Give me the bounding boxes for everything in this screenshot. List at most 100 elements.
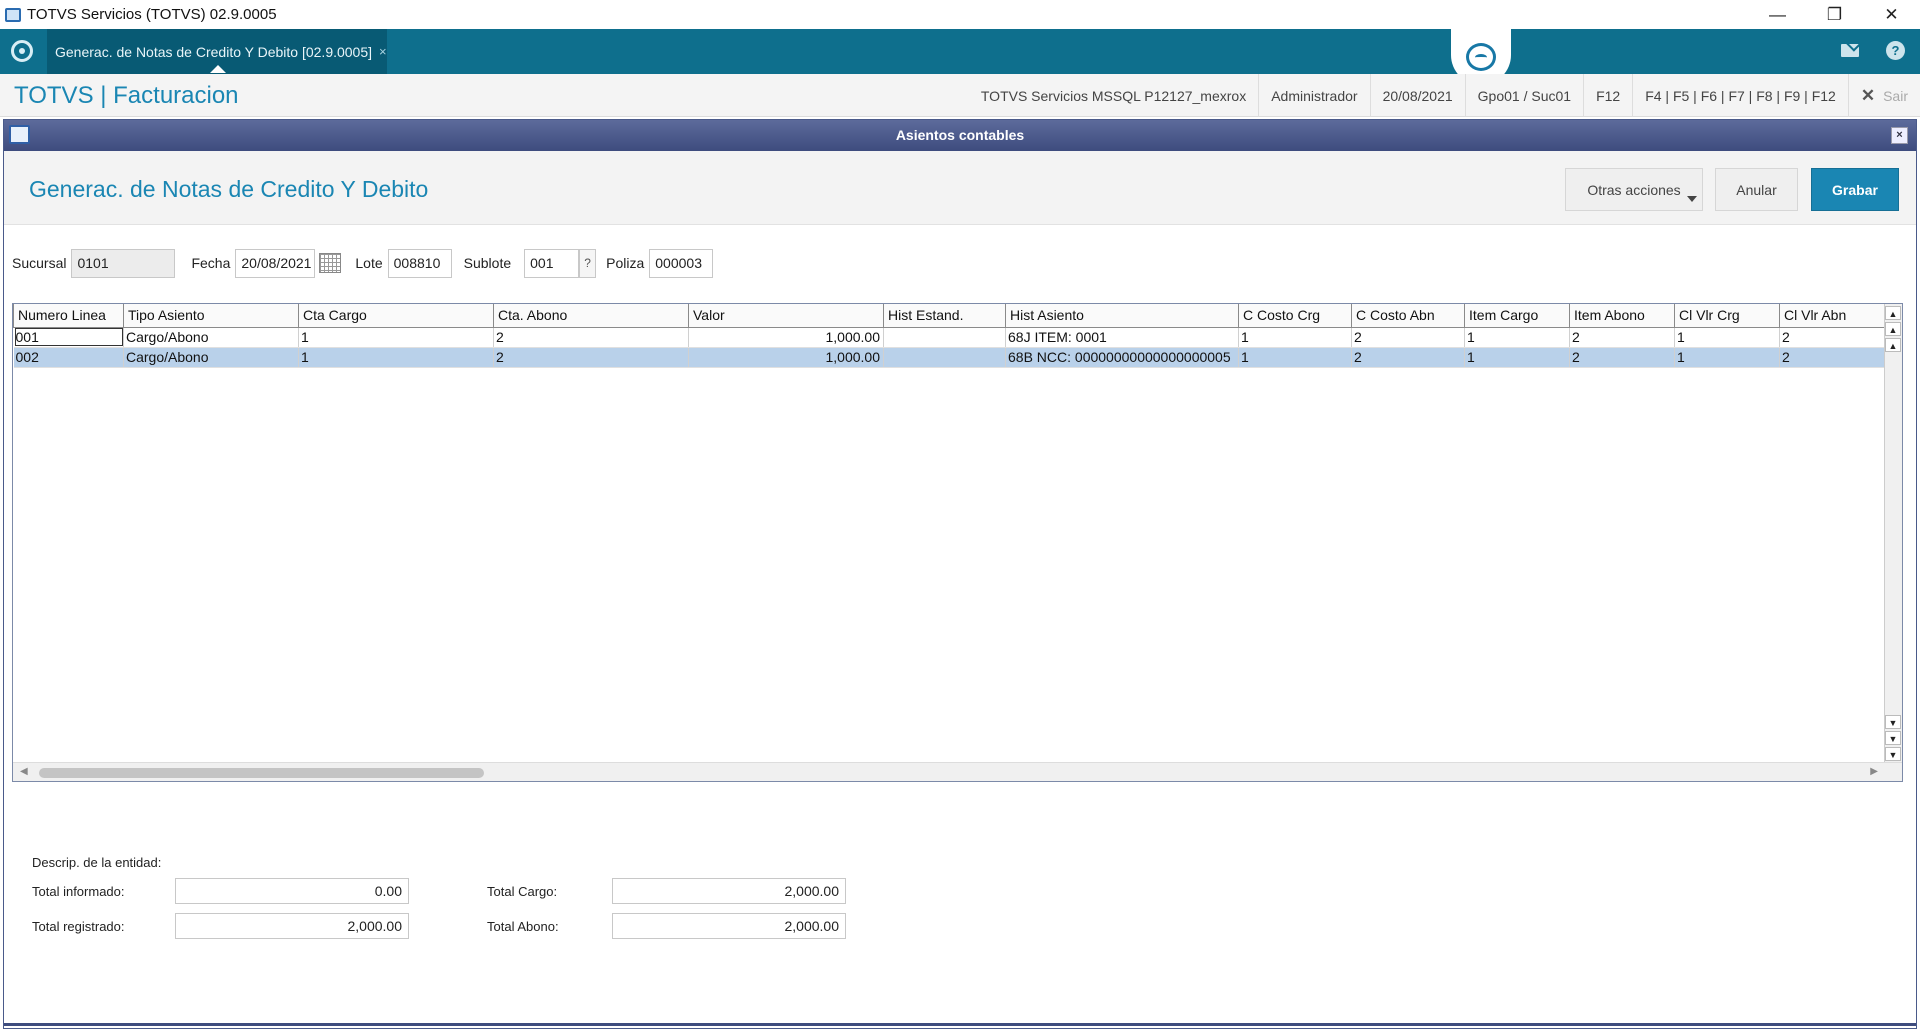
exit-label: Sair — [1883, 87, 1908, 104]
scroll-last-icon[interactable]: ▼ — [1885, 747, 1901, 761]
cell-hist-estand[interactable] — [883, 327, 1006, 348]
scroll-page-up-icon[interactable]: ▲ — [1885, 322, 1901, 336]
cell-valor[interactable]: 1,000.00 — [688, 327, 884, 348]
column-header[interactable]: Item Abono — [1569, 304, 1675, 328]
total-cargo-field[interactable]: 2,000.00 — [612, 878, 846, 904]
column-header[interactable]: C Costo Abn — [1351, 304, 1465, 328]
scroll-left-icon[interactable]: ◀ — [20, 766, 28, 777]
tab-label: Generac. de Notas de Credito Y Debito [0… — [55, 43, 373, 60]
total-registrado-label: Total registrado: — [32, 919, 125, 934]
help-icon[interactable]: ? — [1886, 41, 1905, 60]
cell-hist-estand[interactable] — [883, 347, 1006, 368]
user-info[interactable]: Administrador — [1258, 74, 1369, 117]
cell-c-costo-abn[interactable]: 2 — [1351, 327, 1465, 348]
table-row[interactable]: 002 Cargo/Abono 1 2 1,000.00 68B NCC: 00… — [13, 347, 1885, 368]
asientos-grid[interactable]: Numero Linea Tipo Asiento Cta Cargo Cta.… — [12, 303, 1903, 782]
cell-cta-cargo[interactable]: 1 — [298, 327, 494, 348]
cell-cl-vlr-crg[interactable]: 1 — [1674, 327, 1780, 348]
cell-tipo-asiento[interactable]: Cargo/Abono — [123, 327, 299, 348]
module-title: TOTVS | Facturacion — [14, 82, 239, 109]
column-header[interactable]: Item Cargo — [1464, 304, 1570, 328]
restore-button[interactable]: ❐ — [1806, 0, 1863, 29]
cell-cta-abono[interactable]: 2 — [493, 327, 689, 348]
minimize-button[interactable]: — — [1749, 0, 1806, 29]
horizontal-scrollbar[interactable]: ◀ ▶ — [13, 762, 1902, 781]
function-keys[interactable]: F4 | F5 | F6 | F7 | F8 | F9 | F12 — [1632, 74, 1848, 117]
dialog-close-button[interactable]: × — [1891, 127, 1908, 144]
cell-item-cargo[interactable]: 1 — [1464, 347, 1570, 368]
poliza-field[interactable]: 000003 — [649, 248, 714, 278]
column-header[interactable]: Hist Estand. — [883, 304, 1006, 328]
total-informado-field[interactable]: 0.00 — [175, 878, 409, 904]
cell-c-costo-crg[interactable]: 1 — [1238, 327, 1352, 348]
scroll-page-down-icon[interactable]: ▼ — [1885, 731, 1901, 745]
cell-valor[interactable]: 1,000.00 — [688, 347, 884, 368]
window-controls: — ❐ ✕ — [1749, 0, 1920, 29]
exit-button[interactable]: ✕ Sair — [1847, 74, 1920, 117]
scroll-up-icon[interactable]: ▲ — [1885, 338, 1901, 352]
sucursal-field[interactable]: 0101 — [71, 248, 176, 278]
fecha-field[interactable]: 20/08/2021 — [235, 248, 316, 278]
totvs-logo-icon[interactable] — [11, 40, 33, 62]
cell-cta-abono[interactable]: 2 — [493, 347, 689, 368]
column-header[interactable]: Cta Cargo — [298, 304, 494, 328]
save-button[interactable]: Grabar — [1811, 168, 1899, 211]
sublote-lookup-button[interactable]: ? — [579, 248, 597, 278]
dialog-bottom-border — [4, 1023, 1916, 1026]
mail-icon[interactable] — [1841, 44, 1859, 57]
cell-numero-linea[interactable]: 002 — [13, 347, 124, 368]
cell-tipo-asiento[interactable]: Cargo/Abono — [123, 347, 299, 368]
branch-info[interactable]: Gpo01 / Suc01 — [1464, 74, 1583, 117]
f12-shortcut[interactable]: F12 — [1583, 74, 1632, 117]
os-titlebar: TOTVS Servicios (TOTVS) 02.9.0005 — ❐ ✕ — [0, 0, 1920, 29]
total-cargo-label: Total Cargo: — [487, 884, 558, 899]
dialog-title: Asientos contables — [895, 127, 1025, 143]
total-abono-field[interactable]: 2,000.00 — [612, 913, 846, 939]
cell-hist-asiento[interactable]: 68B NCC: 00000000000000000005 — [1005, 347, 1239, 368]
cancel-button[interactable]: Anular — [1715, 168, 1798, 211]
active-tab-caret-icon — [210, 65, 226, 73]
column-header[interactable]: Cl Vlr Abn — [1779, 304, 1885, 328]
cell-cl-vlr-abn[interactable]: 2 — [1779, 327, 1885, 348]
scroll-first-icon[interactable]: ▲ — [1885, 306, 1901, 320]
dialog-window-icon — [9, 125, 30, 144]
other-actions-button[interactable]: Otras acciones — [1565, 168, 1703, 211]
cell-hist-asiento[interactable]: 68J ITEM: 0001 — [1005, 327, 1239, 348]
horizontal-scroll-thumb[interactable] — [39, 768, 484, 778]
server-info[interactable]: TOTVS Servicios MSSQL P12127_mexrox — [969, 74, 1258, 117]
cell-numero-linea[interactable]: 001 — [13, 327, 124, 348]
total-registrado-field[interactable]: 2,000.00 — [175, 913, 409, 939]
fecha-label: Fecha — [191, 255, 231, 271]
scroll-down-icon[interactable]: ▼ — [1885, 715, 1901, 729]
form-title: Generac. de Notas de Credito Y Debito — [29, 176, 429, 202]
column-header[interactable]: Cl Vlr Crg — [1674, 304, 1780, 328]
app-tabbar: Generac. de Notas de Credito Y Debito [0… — [0, 29, 1920, 85]
column-header[interactable]: Tipo Asiento — [123, 304, 299, 328]
cell-cl-vlr-abn[interactable]: 2 — [1779, 347, 1885, 368]
sublote-field[interactable]: 001 — [524, 248, 580, 278]
calendar-icon[interactable] — [319, 253, 342, 273]
cell-item-abono[interactable]: 2 — [1569, 327, 1675, 348]
column-header[interactable]: Hist Asiento — [1005, 304, 1239, 328]
table-row[interactable]: 001 Cargo/Abono 1 2 1,000.00 68J ITEM: 0… — [13, 327, 1885, 348]
close-window-button[interactable]: ✕ — [1863, 0, 1920, 29]
tab-close-icon[interactable]: × — [379, 44, 387, 59]
column-header[interactable]: C Costo Crg — [1238, 304, 1352, 328]
lote-field[interactable]: 008810 — [387, 248, 452, 278]
column-header[interactable]: Cta. Abono — [493, 304, 689, 328]
cell-item-abono[interactable]: 2 — [1569, 347, 1675, 368]
date-info[interactable]: 20/08/2021 — [1369, 74, 1465, 117]
cell-c-costo-crg[interactable]: 1 — [1238, 347, 1352, 368]
scroll-right-icon[interactable]: ▶ — [1870, 766, 1878, 777]
cell-item-cargo[interactable]: 1 — [1464, 327, 1570, 348]
lote-label: Lote — [355, 255, 383, 271]
cell-c-costo-abn[interactable]: 2 — [1351, 347, 1465, 368]
cell-cta-cargo[interactable]: 1 — [298, 347, 494, 368]
column-header[interactable]: Numero Linea — [13, 304, 124, 328]
cell-cl-vlr-crg[interactable]: 1 — [1674, 347, 1780, 368]
asientos-dialog: Asientos contables × Generac. de Notas d… — [3, 119, 1917, 1029]
column-header[interactable]: Valor — [688, 304, 884, 328]
vertical-scrollbar[interactable]: ▲ ▲ ▲ ▼ ▼ ▼ — [1884, 304, 1902, 781]
dropdown-arrow-icon — [1687, 196, 1697, 202]
dialog-titlebar: Asientos contables × — [4, 120, 1916, 151]
